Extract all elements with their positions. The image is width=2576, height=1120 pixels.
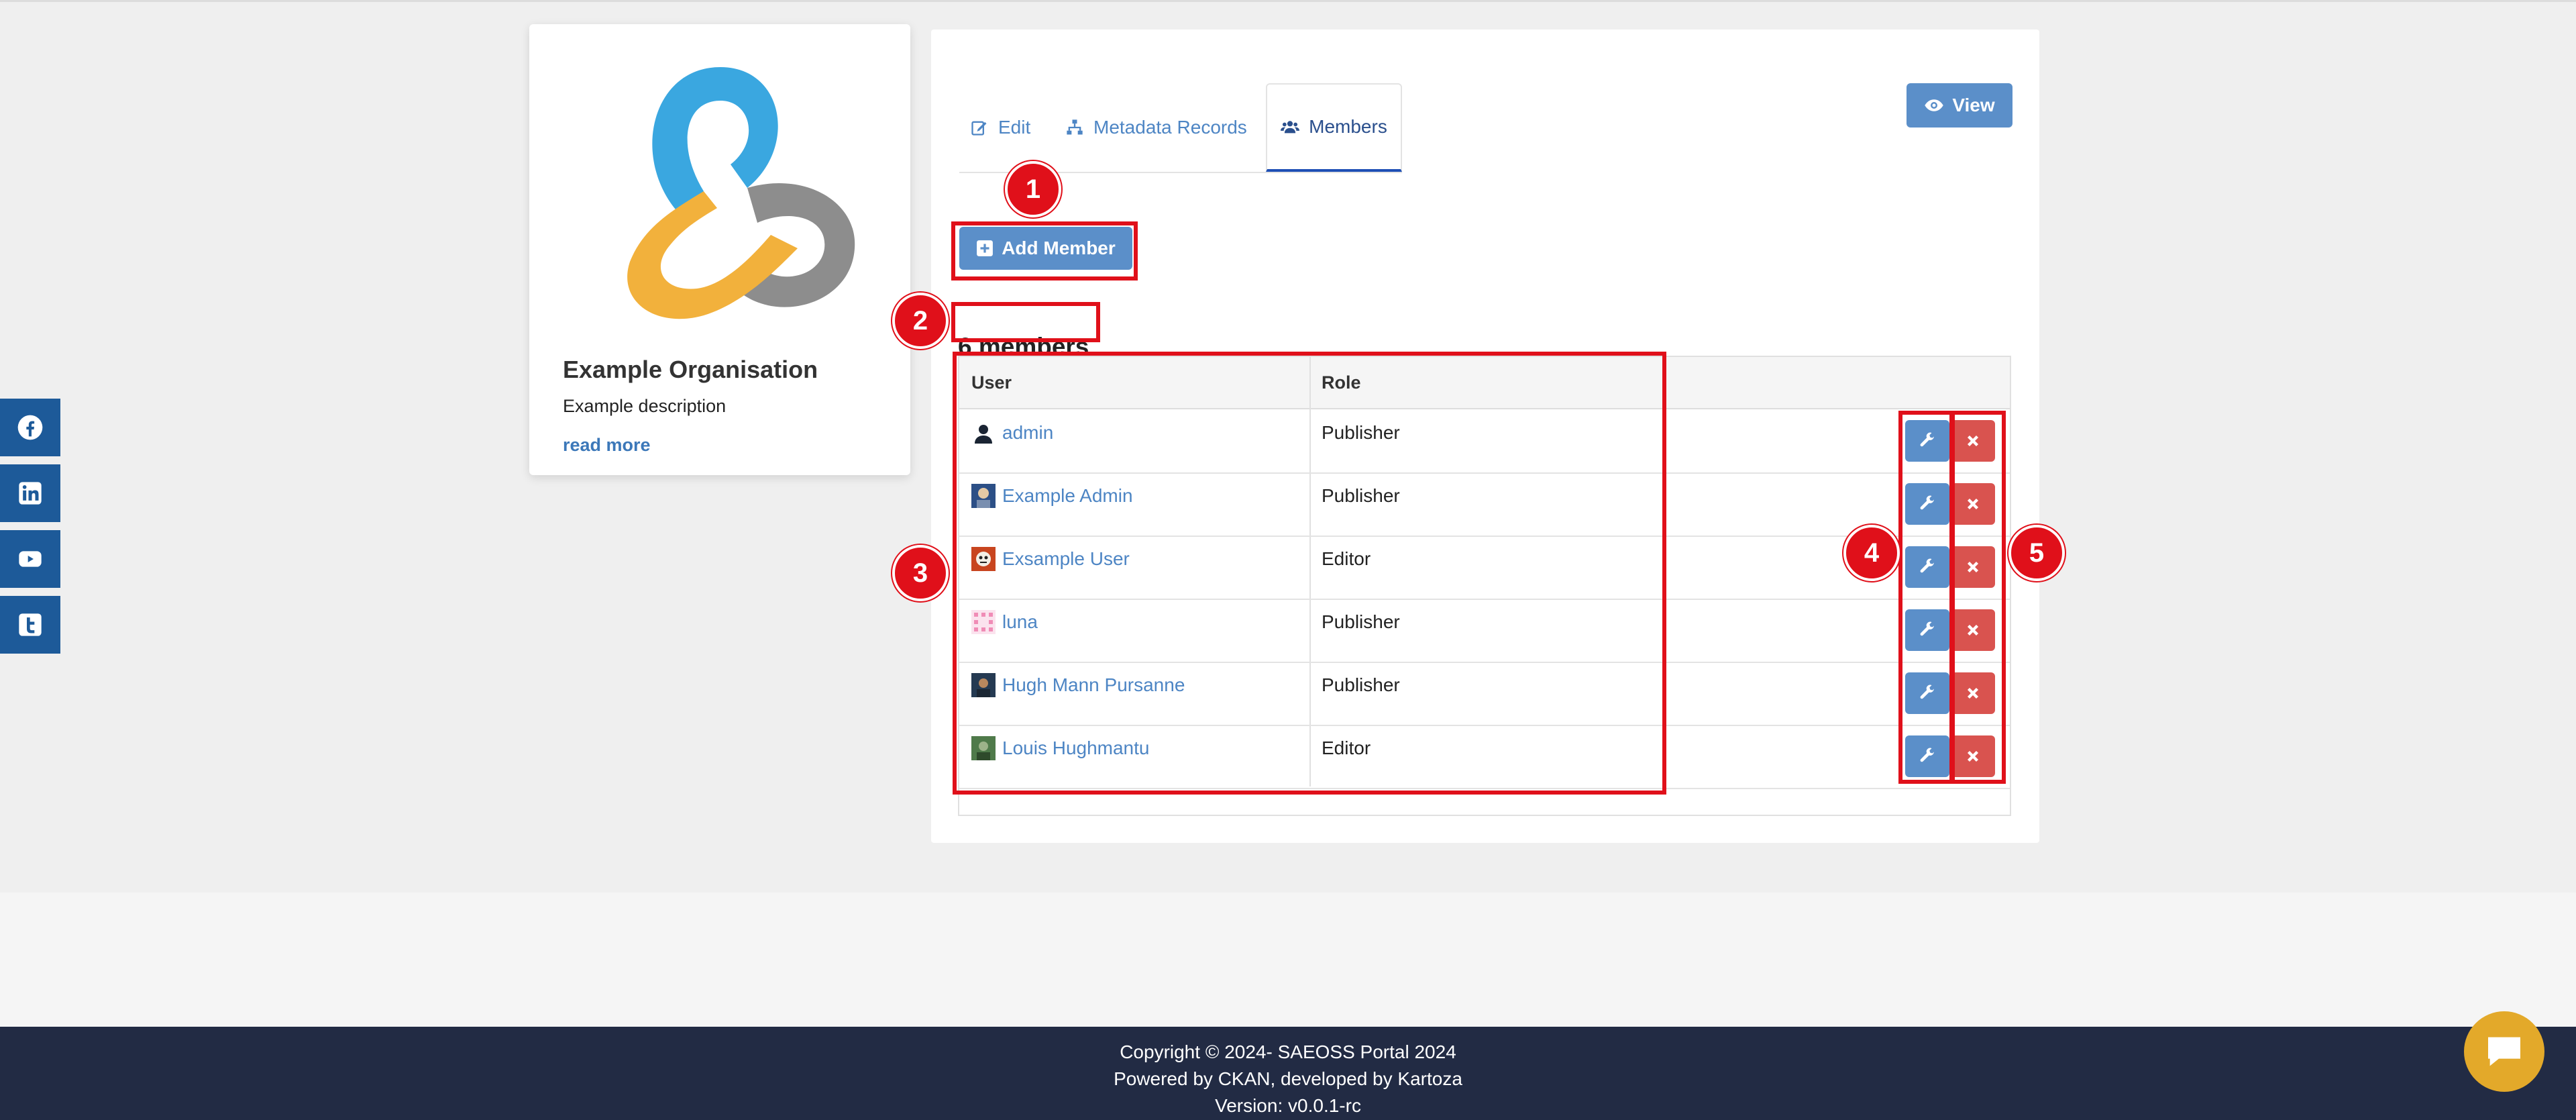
annotation-badge-3: 3: [892, 545, 949, 601]
users-icon: [1281, 121, 1300, 134]
user-link[interactable]: Louis Hughmantu: [1002, 737, 1149, 759]
facebook-icon: [17, 415, 43, 440]
edit-icon: [971, 121, 987, 136]
edit-member-button[interactable]: [1905, 735, 1949, 777]
delete-member-button[interactable]: [1951, 420, 1995, 462]
twitter-button[interactable]: [0, 596, 60, 654]
edit-member-button[interactable]: [1905, 546, 1949, 588]
edit-member-button[interactable]: [1905, 420, 1949, 462]
footer: Copyright © 2024- SAEOSS Portal 2024 Pow…: [0, 1027, 2576, 1120]
user-cell: luna: [971, 591, 1038, 654]
youtube-button[interactable]: [0, 530, 60, 588]
delete-member-button[interactable]: [1951, 546, 1995, 588]
user-link[interactable]: Example Admin: [1002, 485, 1133, 507]
chat-button[interactable]: [2464, 1011, 2544, 1092]
delete-member-button[interactable]: [1951, 609, 1995, 651]
close-icon: [1967, 435, 1979, 447]
avatar: [971, 610, 996, 634]
add-member-label: Add Member: [1002, 238, 1116, 258]
close-icon: [1967, 561, 1979, 573]
tab-members[interactable]: Members: [1266, 83, 1402, 172]
avatar: [971, 484, 996, 508]
plus-square-icon: [977, 240, 994, 256]
table-row: Louis Hughmantu Editor: [959, 725, 2010, 789]
sitemap-icon: [1067, 119, 1083, 135]
annotation-badge-1: 1: [1005, 161, 1061, 217]
tab-bar: Edit Metadata Records Members: [959, 83, 1402, 173]
view-button-label: View: [1952, 95, 1995, 115]
twitter-icon: [19, 613, 42, 636]
user-cell: Exsample User: [971, 527, 1130, 591]
role-cell: Publisher: [1322, 422, 1400, 443]
members-panel: Edit Metadata Records Members View Add M…: [931, 30, 2039, 843]
role-cell: Editor: [1322, 737, 1371, 758]
organisation-name: Example Organisation: [563, 356, 818, 383]
avatar: [971, 421, 996, 445]
add-member-button[interactable]: Add Member: [959, 227, 1132, 270]
wrench-icon: [1920, 495, 1934, 510]
edit-member-button[interactable]: [1905, 483, 1949, 525]
user-cell: Hugh Mann Pursanne: [971, 654, 1185, 717]
wrench-icon: [1920, 621, 1934, 636]
role-cell: Publisher: [1322, 485, 1400, 506]
user-cell: Louis Hughmantu: [971, 717, 1149, 780]
top-border: [0, 0, 2576, 2]
social-sidebar: [0, 399, 60, 662]
footer-version: Version: v0.0.1-rc: [1215, 1095, 1361, 1116]
close-icon: [1967, 498, 1979, 510]
user-link[interactable]: admin: [1002, 422, 1053, 444]
linkedin-icon: [19, 482, 42, 505]
user-cell: Example Admin: [971, 464, 1133, 527]
user-link[interactable]: Exsample User: [1002, 548, 1130, 570]
wrench-icon: [1920, 748, 1934, 762]
delete-member-button[interactable]: [1951, 672, 1995, 714]
role-cell: Editor: [1322, 548, 1371, 569]
facebook-button[interactable]: [0, 399, 60, 456]
delete-member-button[interactable]: [1951, 483, 1995, 525]
tab-edit-label: Edit: [998, 117, 1031, 138]
close-icon: [1967, 750, 1979, 762]
user-link[interactable]: luna: [1002, 611, 1038, 633]
delete-member-button[interactable]: [1951, 735, 1995, 777]
edit-member-button[interactable]: [1905, 672, 1949, 714]
footer-copyright: Copyright © 2024- SAEOSS Portal 2024: [1120, 1041, 1456, 1062]
user-link[interactable]: Hugh Mann Pursanne: [1002, 674, 1185, 696]
close-icon: [1967, 687, 1979, 699]
edit-member-button[interactable]: [1905, 609, 1949, 651]
members-table: User Role admin Publisher Example Admin …: [958, 356, 2011, 816]
table-header: User Role: [959, 357, 2010, 409]
tab-metadata-label: Metadata Records: [1093, 117, 1247, 138]
annotation-badge-2: 2: [892, 293, 949, 349]
chat-icon: [2488, 1037, 2520, 1066]
tab-metadata-records[interactable]: Metadata Records: [1065, 83, 1247, 172]
close-icon: [1967, 624, 1979, 636]
linkedin-button[interactable]: [0, 464, 60, 522]
page-spacer: [0, 893, 2576, 1027]
header-user: User: [971, 372, 1012, 393]
role-cell: Publisher: [1322, 674, 1400, 695]
avatar: [971, 547, 996, 571]
read-more-link[interactable]: read more: [563, 435, 651, 456]
annotation-badge-5: 5: [2008, 525, 2065, 581]
wrench-icon: [1920, 684, 1934, 699]
organisation-description: Example description: [563, 396, 727, 416]
ckan-logo: [627, 67, 855, 319]
tab-edit[interactable]: Edit: [970, 83, 1030, 172]
avatar: [971, 673, 996, 697]
wrench-icon: [1920, 558, 1934, 573]
annotation-badge-4: 4: [1843, 525, 1900, 581]
wrench-icon: [1920, 432, 1934, 447]
avatar: [971, 736, 996, 760]
tab-members-label: Members: [1309, 116, 1387, 137]
view-button[interactable]: View: [1907, 83, 2012, 128]
role-cell: Publisher: [1322, 611, 1400, 632]
eye-icon: [1925, 99, 1944, 111]
organisation-card: Example Organisation Example description…: [529, 24, 910, 475]
user-cell: admin: [971, 401, 1053, 464]
youtube-icon: [19, 551, 42, 567]
header-role: Role: [1322, 372, 1361, 393]
footer-powered: Powered by CKAN, developed by Kartoza: [1114, 1068, 1462, 1089]
